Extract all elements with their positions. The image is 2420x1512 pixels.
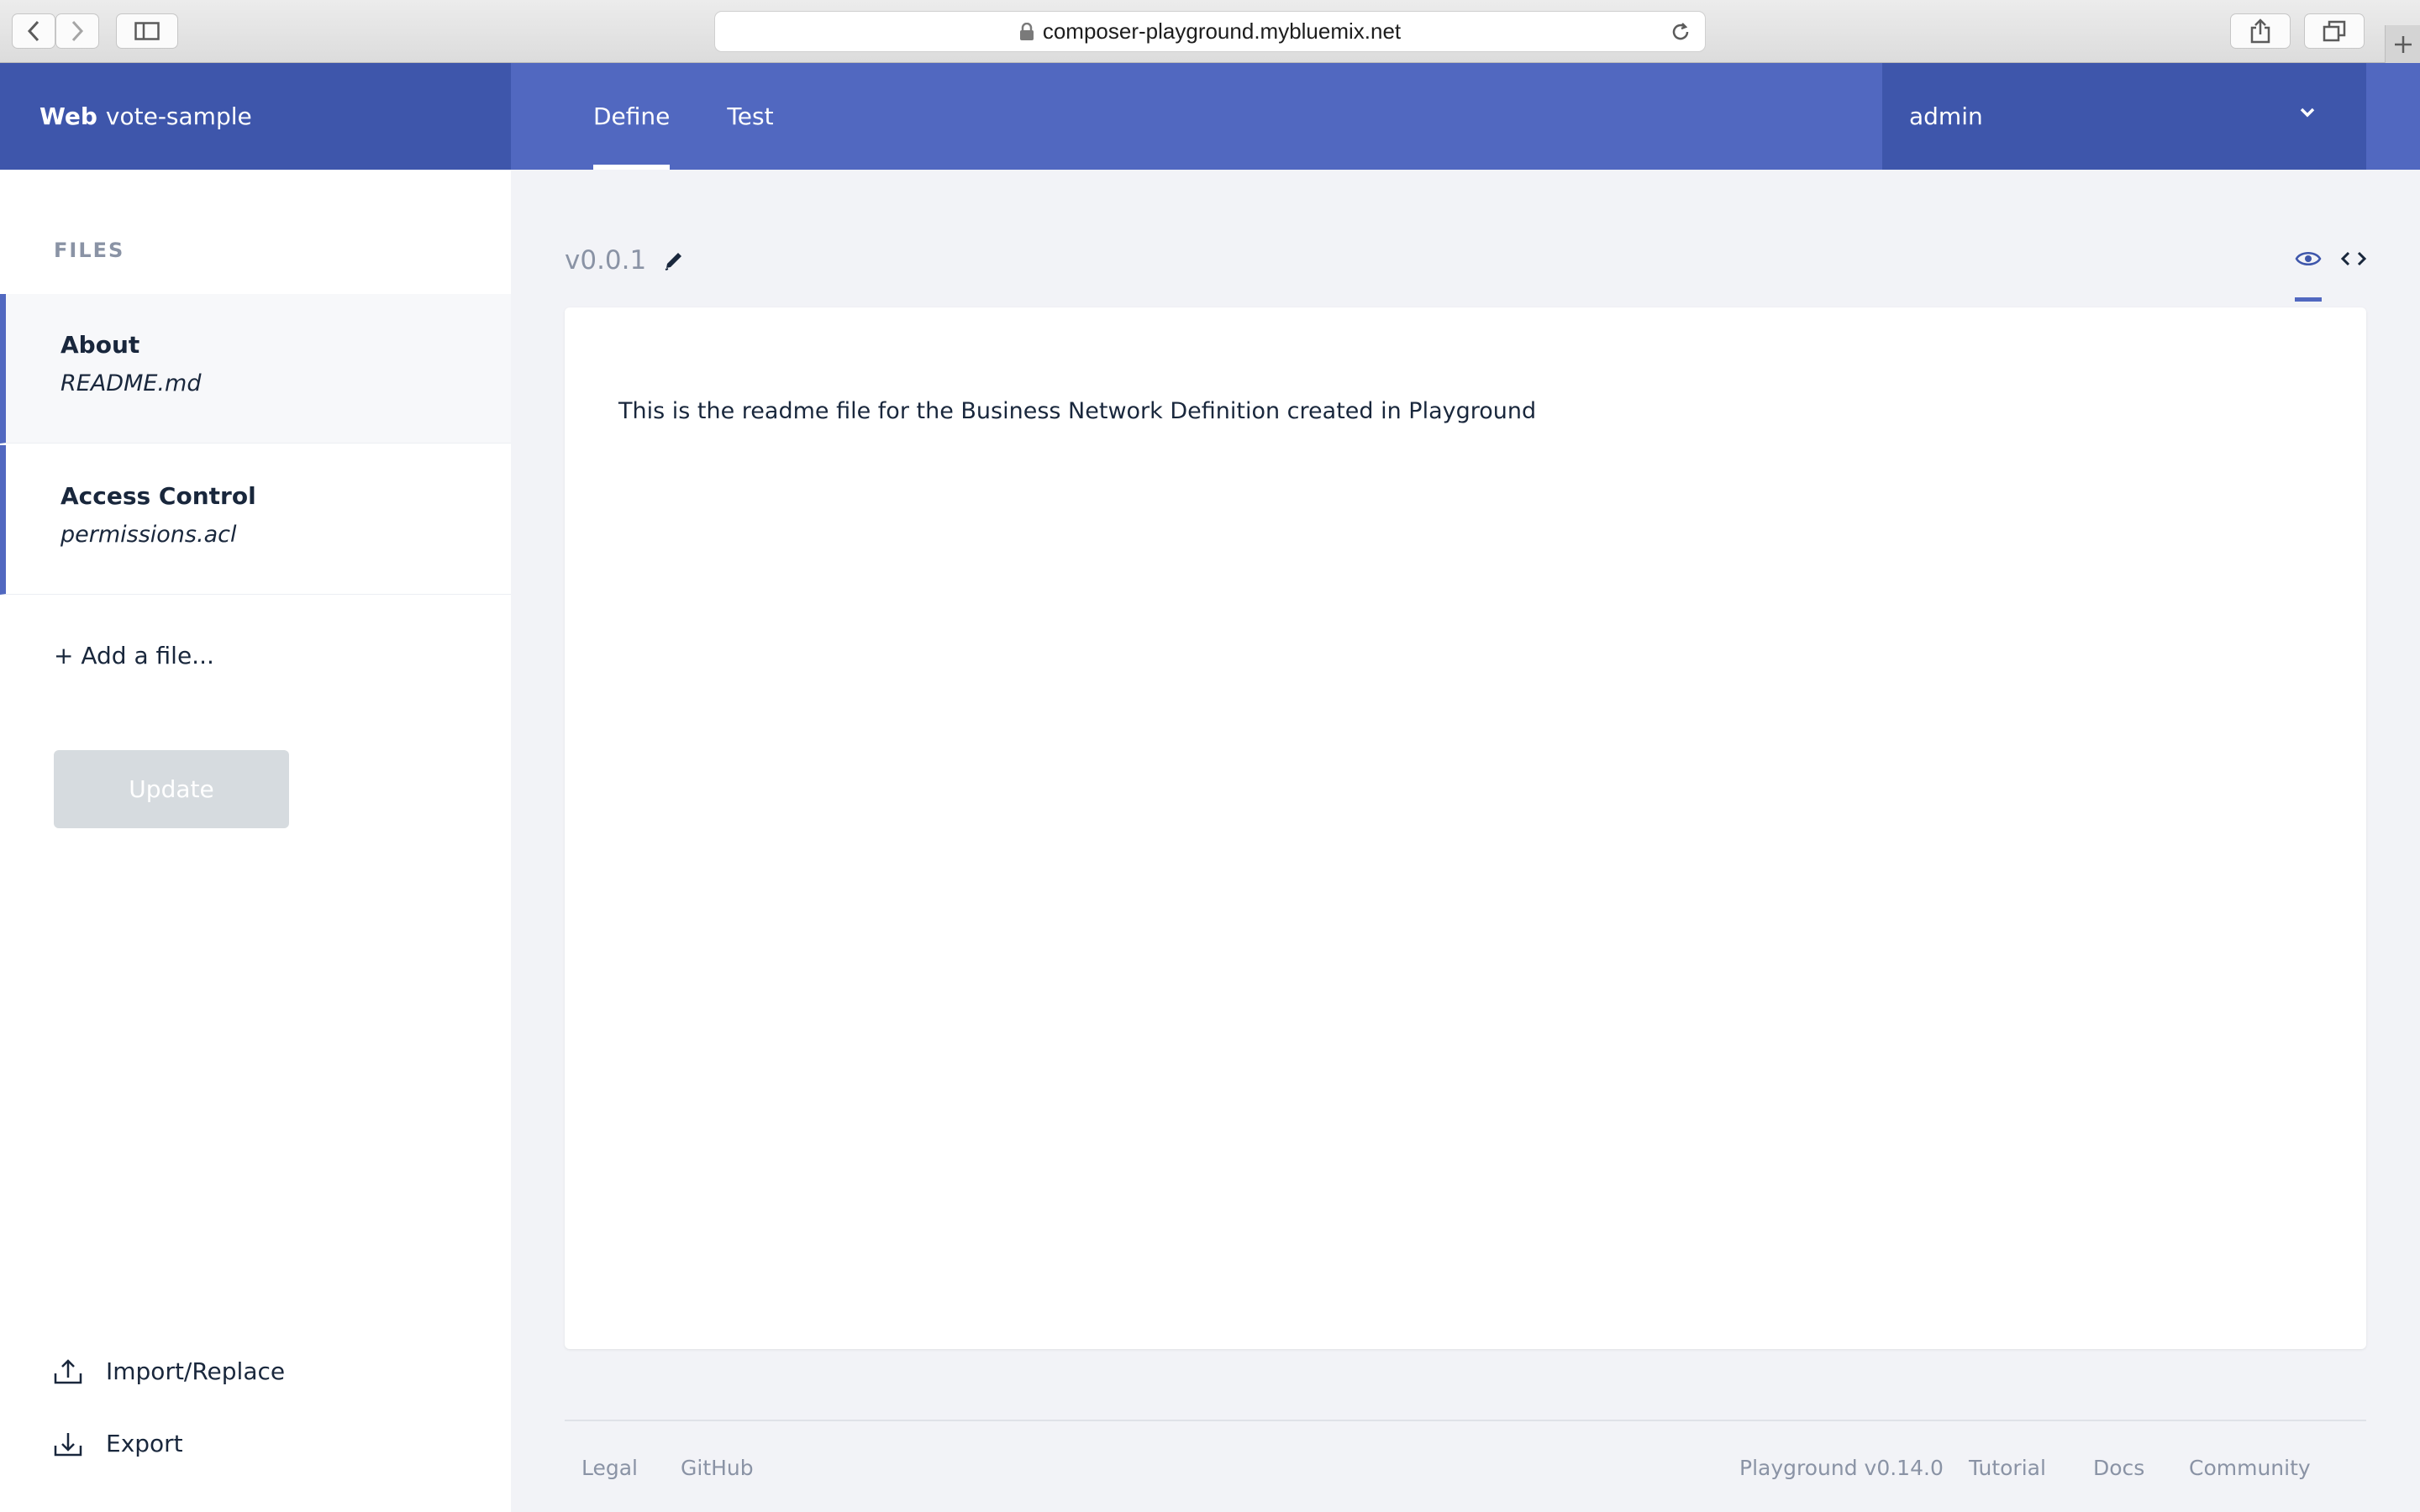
brand-web-label: Web	[39, 102, 97, 130]
network-name: vote-sample	[105, 102, 252, 130]
code-icon[interactable]	[2340, 249, 2367, 269]
preview-active-indicator	[2295, 297, 2322, 302]
new-tab-button[interactable]	[2385, 25, 2420, 63]
footer-tutorial-link[interactable]: Tutorial	[1969, 1456, 2046, 1480]
pencil-icon[interactable]	[663, 249, 685, 271]
file-path: permissions.acl	[60, 522, 237, 548]
files-sidebar: FILES About README.md Access Control per…	[0, 170, 511, 1512]
version-text: v0.0.1	[565, 245, 647, 276]
footer-divider	[565, 1420, 2366, 1421]
file-item-access-control[interactable]: Access Control permissions.acl	[0, 445, 511, 595]
sidebar-icon	[134, 22, 160, 40]
readme-text: This is the readme file for the Business…	[618, 398, 1537, 424]
tab-test[interactable]: Test	[727, 63, 773, 170]
import-replace-label: Import/Replace	[106, 1357, 286, 1385]
share-button[interactable]	[2230, 13, 2291, 49]
footer-playground-version: Playground v0.14.0	[1739, 1456, 1944, 1480]
identity-name: admin	[1909, 102, 1983, 130]
main-tabs: Define Test	[593, 63, 831, 170]
files-heading: FILES	[54, 239, 125, 262]
footer-github-link[interactable]: GitHub	[681, 1456, 754, 1480]
version-label: v0.0.1	[565, 245, 685, 276]
url-text: composer-playground.mybluemix.net	[1042, 18, 1402, 44]
file-name: Access Control	[60, 482, 256, 510]
brand: Web vote-sample	[0, 63, 511, 170]
file-item-about[interactable]: About README.md	[0, 294, 511, 444]
footer-legal-link[interactable]: Legal	[581, 1456, 638, 1480]
upload-icon	[54, 1358, 82, 1383]
tabs-overview-button[interactable]	[2304, 13, 2365, 49]
chevron-left-icon	[27, 20, 39, 42]
eye-icon[interactable]	[2295, 249, 2322, 269]
tabs-icon	[2323, 20, 2346, 42]
plus-icon	[2394, 35, 2412, 53]
chevron-right-icon	[71, 20, 84, 42]
reload-icon[interactable]	[1670, 21, 1691, 43]
footer-community-link[interactable]: Community	[2189, 1456, 2311, 1480]
tab-define[interactable]: Define	[593, 63, 671, 170]
download-icon	[54, 1432, 82, 1456]
identity-dropdown[interactable]: admin	[1882, 63, 2366, 170]
browser-toolbar: composer-playground.mybluemix.net	[0, 0, 2420, 63]
chevron-down-icon	[2300, 108, 2315, 118]
footer-docs-link[interactable]: Docs	[2093, 1456, 2144, 1480]
add-file-link[interactable]: + Add a file...	[54, 642, 214, 669]
address-bar[interactable]: composer-playground.mybluemix.net	[714, 11, 1706, 52]
forward-button[interactable]	[55, 13, 99, 49]
file-name: About	[60, 331, 140, 359]
import-replace-button[interactable]: Import/Replace	[54, 1357, 285, 1385]
export-label: Export	[106, 1430, 183, 1457]
back-button[interactable]	[12, 13, 55, 49]
export-button[interactable]: Export	[54, 1430, 183, 1457]
update-button[interactable]: Update	[54, 750, 289, 828]
file-path: README.md	[60, 370, 202, 396]
sidebar-toggle-button[interactable]	[116, 13, 178, 49]
readme-preview: This is the readme file for the Business…	[565, 307, 2366, 1349]
lock-icon	[1019, 22, 1034, 40]
app-header: Web vote-sample Define Test admin	[0, 63, 2420, 170]
share-icon	[2250, 18, 2270, 44]
